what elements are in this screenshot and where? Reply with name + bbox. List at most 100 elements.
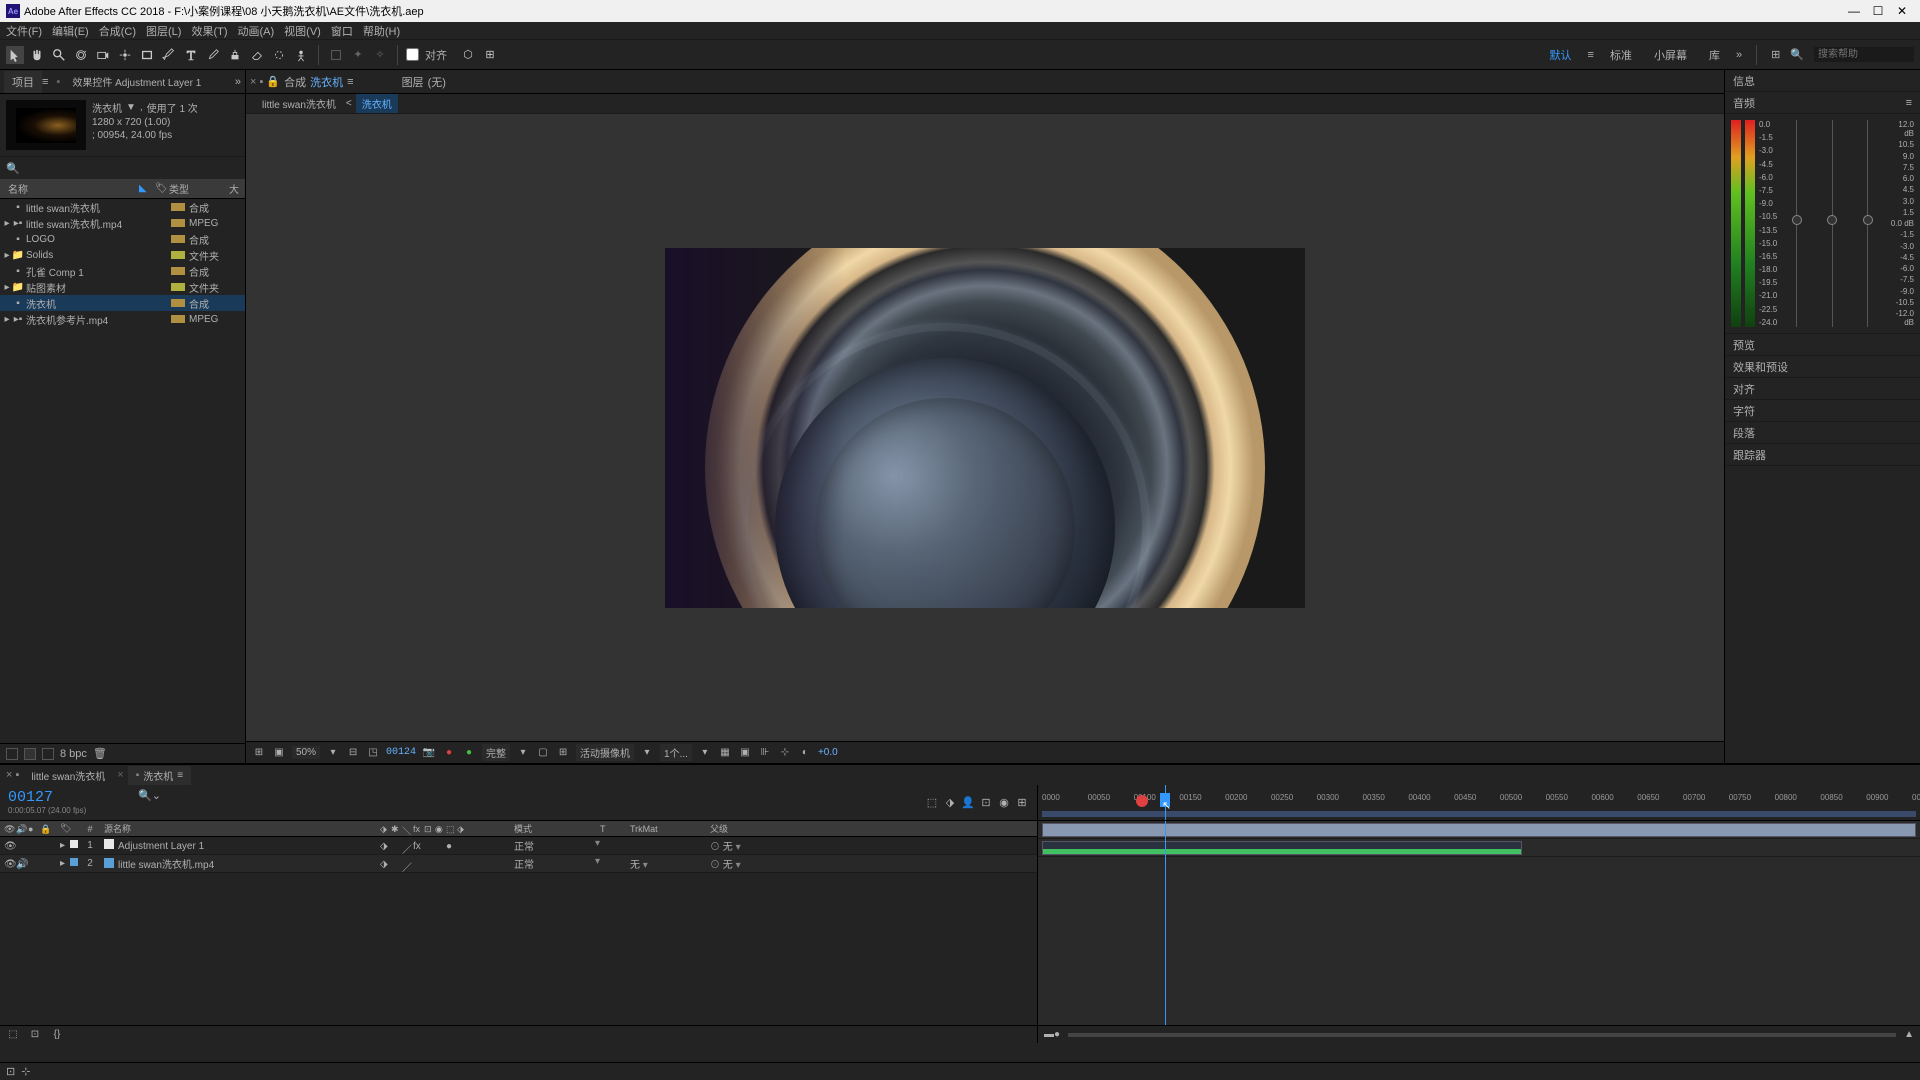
puppet-tool[interactable] — [292, 46, 310, 64]
bpc-toggle[interactable]: 8 bpc — [60, 748, 87, 760]
preview-panel-header[interactable]: 预览 — [1725, 334, 1920, 356]
status-icon-2[interactable]: ⊹ — [21, 1065, 30, 1078]
timeline-icon[interactable]: ⊪ — [758, 747, 772, 758]
project-item-list[interactable]: ▪little swan洗衣机合成▸▸▪little swan洗衣机.mp4MP… — [0, 199, 245, 743]
project-item[interactable]: ▪孔雀 Comp 1合成 — [0, 263, 245, 279]
project-item[interactable]: ▪little swan洗衣机合成 — [0, 199, 245, 215]
audio-slider-1[interactable] — [1779, 120, 1814, 327]
minimize-button[interactable]: — — [1842, 4, 1866, 18]
info-panel-header[interactable]: 信息 — [1725, 70, 1920, 92]
orbit-tool[interactable] — [72, 46, 90, 64]
comp-panel-menu-icon[interactable]: ≡ — [347, 76, 353, 88]
workspace-library[interactable]: 库 — [1703, 45, 1726, 65]
resolution-select[interactable]: 完整 — [482, 744, 510, 761]
col-source-name[interactable]: 源名称 — [100, 822, 380, 835]
zoom-dropdown-icon[interactable]: ▾ — [326, 747, 340, 758]
zoom-out-icon[interactable]: ▬● — [1044, 1029, 1060, 1040]
reset-exposure-icon[interactable]: ◐ — [798, 747, 812, 758]
composition-viewer[interactable] — [246, 114, 1724, 741]
comp-panel-name[interactable]: 洗衣机 — [310, 74, 343, 90]
toggle-in-out-icon[interactable]: {} — [50, 1029, 64, 1040]
menu-help[interactable]: 帮助(H) — [363, 23, 400, 39]
col-parent[interactable]: 父级 — [710, 822, 790, 835]
viewer-timecode[interactable]: 00124 — [386, 747, 416, 758]
zoom-tool[interactable] — [50, 46, 68, 64]
paragraph-panel-header[interactable]: 段落 — [1725, 422, 1920, 444]
zoom-select[interactable]: 50% — [292, 746, 320, 759]
view-count-select[interactable]: 1个... — [660, 744, 692, 761]
toggle-modes-icon[interactable]: ⊡ — [28, 1029, 42, 1040]
col-type[interactable]: 类型 — [169, 181, 229, 196]
effects-presets-panel-header[interactable]: 效果和预设 — [1725, 356, 1920, 378]
pan-behind-tool[interactable] — [116, 46, 134, 64]
menu-view[interactable]: 视图(V) — [284, 23, 321, 39]
character-panel-header[interactable]: 字符 — [1725, 400, 1920, 422]
project-item[interactable]: ▸▸▪洗衣机参考片.mp4MPEG — [0, 311, 245, 327]
col-trkmat[interactable]: TrkMat — [630, 824, 710, 834]
align-panel-header[interactable]: 对齐 — [1725, 378, 1920, 400]
maximize-button[interactable]: ☐ — [1866, 4, 1890, 18]
menu-layer[interactable]: 图层(L) — [146, 23, 181, 39]
roi-icon[interactable]: ◳ — [366, 747, 380, 758]
type-tool[interactable] — [182, 46, 200, 64]
draft-3d-icon[interactable]: ⬗ — [943, 796, 957, 809]
eye-col-icon[interactable]: 👁 — [4, 824, 14, 834]
col-size[interactable]: 大 — [229, 181, 245, 196]
label-col-icon[interactable]: 🏷 — [60, 823, 71, 834]
reset-workspace-icon[interactable]: ⊞ — [1771, 48, 1780, 61]
search-help-input[interactable] — [1814, 47, 1914, 62]
layer-panel-label[interactable]: 图层 — [402, 74, 424, 90]
timeline-tab-1[interactable]: ▪ 洗衣机 ≡ — [128, 766, 191, 785]
bc-current-comp[interactable]: 洗衣机 — [356, 94, 398, 113]
workspace-small[interactable]: 小屏幕 — [1648, 45, 1693, 65]
project-item[interactable]: ▸📁Solids文件夹 — [0, 247, 245, 263]
grid-icon[interactable]: ⊞ — [556, 747, 570, 758]
comp-mini-flowchart-icon[interactable]: ⬚ — [925, 796, 939, 809]
menu-composition[interactable]: 合成(C) — [99, 23, 136, 39]
rectangle-tool[interactable] — [138, 46, 156, 64]
show-channel-icon[interactable]: ● — [442, 747, 456, 758]
audio-col-icon[interactable]: 🔊 — [16, 824, 26, 834]
clone-stamp-tool[interactable] — [226, 46, 244, 64]
project-tab[interactable]: 项目 — [4, 71, 42, 93]
close-button[interactable]: ✕ — [1890, 4, 1914, 18]
workspace-default[interactable]: 默认 — [1544, 45, 1578, 65]
panel-overflow-icon[interactable]: » — [235, 76, 241, 88]
work-area-bar[interactable] — [1042, 811, 1916, 817]
project-item[interactable]: ▪洗衣机合成 — [0, 295, 245, 311]
workspace-menu-icon[interactable]: ≡ — [1588, 49, 1594, 61]
resolution-icon[interactable]: ⊟ — [346, 747, 360, 758]
project-search-icon[interactable]: 🔍 — [6, 162, 20, 175]
zoom-in-icon[interactable]: ▲ — [1904, 1029, 1914, 1040]
snapping-option-1-icon[interactable]: ⬡ — [459, 46, 477, 64]
toggle-transparency-icon[interactable]: ▣ — [272, 747, 286, 758]
comp-flowchart-icon[interactable]: ⊹ — [778, 747, 792, 758]
new-folder-icon[interactable] — [24, 748, 36, 760]
solo-col-icon[interactable]: ● — [28, 824, 38, 834]
snapping-option-2-icon[interactable]: ⊞ — [481, 46, 499, 64]
delete-icon[interactable]: 🗑 — [93, 747, 107, 760]
current-timecode[interactable]: 00127 — [8, 789, 122, 806]
timeline-tab-menu-icon[interactable]: ≡ — [177, 770, 183, 781]
motion-blur-icon[interactable]: ◉ — [997, 796, 1011, 809]
marker-indicator[interactable] — [1136, 795, 1148, 807]
menu-window[interactable]: 窗口 — [331, 23, 353, 39]
timeline-layer-row[interactable]: 👁🔊 ▸ 2 little swan洗衣机.mp4 ⬗／ 正常 ▾ 无 ▾ ⊙ … — [0, 855, 1037, 873]
timeline-tracks[interactable] — [1038, 821, 1920, 1025]
eraser-tool[interactable] — [248, 46, 266, 64]
timeline-search-icon[interactable]: 🔍⌄ — [138, 789, 161, 802]
comp-dropdown-icon[interactable]: ▼ — [126, 102, 136, 113]
status-icon-1[interactable]: ⊡ — [6, 1065, 15, 1078]
toggle-switches-icon[interactable]: ⬚ — [6, 1029, 20, 1040]
camera-tool[interactable] — [94, 46, 112, 64]
fast-preview-icon[interactable]: ▣ — [738, 747, 752, 758]
menu-animation[interactable]: 动画(A) — [238, 23, 275, 39]
col-mode[interactable]: 模式 — [510, 822, 600, 835]
menu-edit[interactable]: 编辑(E) — [52, 23, 89, 39]
audio-panel-header[interactable]: 音频≡ — [1725, 92, 1920, 114]
brush-tool[interactable] — [204, 46, 222, 64]
bc-parent-comp[interactable]: little swan洗衣机 — [256, 94, 342, 113]
roto-brush-tool[interactable] — [270, 46, 288, 64]
audio-slider-3[interactable] — [1850, 120, 1885, 327]
lock-col-icon[interactable]: 🔒 — [40, 824, 50, 834]
